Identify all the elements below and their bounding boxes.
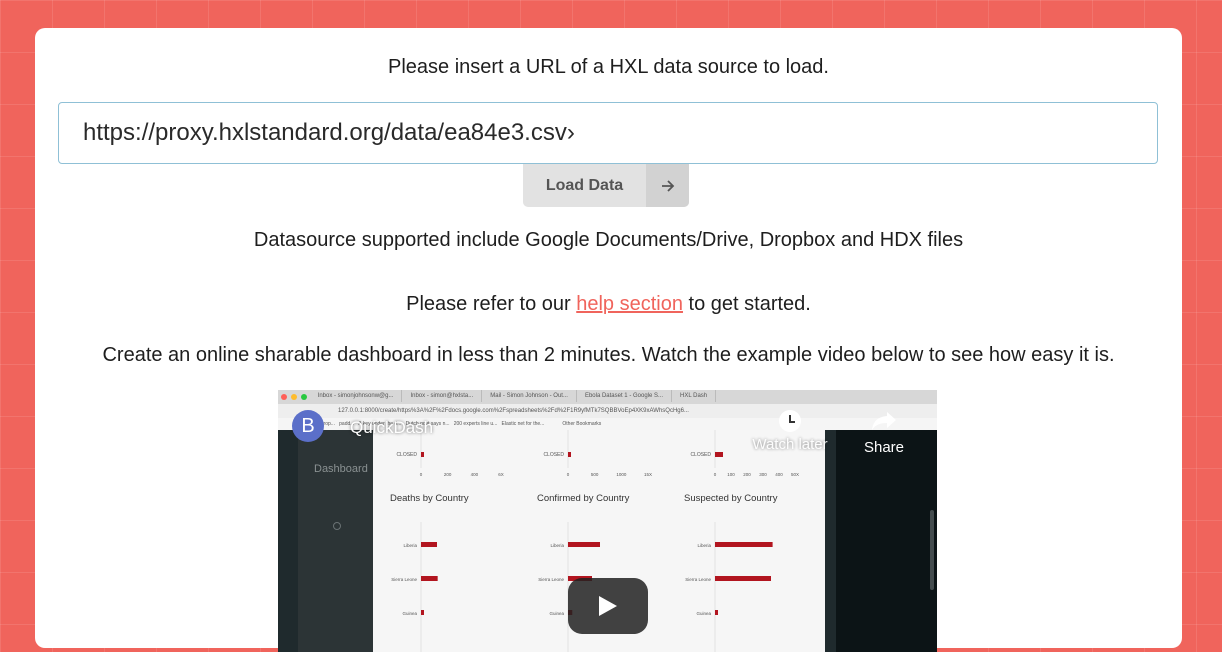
country-label: Liberia (403, 543, 417, 548)
browser-tab: Inbox - simon@hxlsta... (402, 390, 483, 402)
play-icon (599, 596, 617, 616)
datasource-text: Datasource supported include Google Docu… (253, 229, 964, 251)
help-section-link[interactable]: help section (576, 293, 683, 315)
bookmark: Elastic net for the... (501, 421, 545, 427)
promo-text: Create an online sharable dashboard in l… (102, 344, 1115, 366)
tick-label: 50X (791, 472, 799, 477)
bar (421, 610, 424, 615)
url-input[interactable] (58, 102, 1158, 164)
clock-icon (779, 410, 801, 432)
tick-label: 500 (591, 472, 599, 477)
load-data-button[interactable]: Load Data (523, 164, 689, 207)
maximize-dot (301, 394, 307, 400)
browser-tab: Mail - Simon Johnson - Out... (482, 390, 577, 402)
tick-label: 200 (743, 472, 751, 477)
minimize-dot (291, 394, 297, 400)
bar (715, 610, 718, 615)
chart-title: Suspected by Country (684, 493, 778, 504)
tick-label: 400 (775, 472, 783, 477)
browser-tab: HXL Dash (672, 390, 717, 402)
bar (715, 576, 771, 581)
country-label: Liberia (550, 543, 564, 548)
intro-text: Please insert a URL of a HXL data source… (388, 56, 829, 78)
bar (568, 542, 600, 547)
country-label: Guinea (549, 611, 564, 616)
tick-label: 6X (498, 472, 504, 477)
tick-label: 15X (644, 472, 652, 477)
country-label: Liberia (697, 543, 711, 548)
radio-icon (333, 522, 341, 530)
help-text: Please refer to our help section to get … (35, 293, 1182, 316)
tick-label: 200 (444, 472, 452, 477)
video-title[interactable]: QuickDash (350, 418, 433, 438)
share-label: Share (863, 439, 905, 456)
dashboard-right-panel (836, 430, 937, 652)
browser-tab-bar: Inbox - simonjohnsonw@g... Inbox - simon@… (278, 390, 937, 404)
load-data-label: Load Data (545, 176, 624, 194)
bar-category-label: CLOSED (690, 452, 711, 458)
help-text-after: to get started. (682, 293, 811, 315)
play-button[interactable] (568, 578, 648, 634)
bookmark: 200 experts line u... (453, 421, 498, 427)
tick-label: 0 (567, 472, 570, 477)
close-dot (281, 394, 287, 400)
browser-tab: Inbox - simonjohnsonw@g... (310, 390, 403, 402)
main-card: Please insert a URL of a HXL data source… (35, 28, 1182, 652)
share-button[interactable]: Share (854, 410, 914, 456)
tick-label: 100 (727, 472, 735, 477)
tick-label: 300 (759, 472, 767, 477)
watch-later-label: Watch later (752, 436, 828, 453)
dashboard-sidebar-label: Dashboard (314, 463, 368, 475)
video-player[interactable]: Inbox - simonjohnsonw@g... Inbox - simon@… (278, 390, 937, 652)
country-label: Sierra Leone (685, 577, 711, 582)
chart-title: Confirmed by Country (537, 493, 630, 504)
country-label: Guinea (402, 611, 417, 616)
bar (715, 452, 723, 457)
browser-tab: Ebola Dataset 1 - Google S... (577, 390, 672, 402)
chart-title: Deaths by Country (390, 493, 469, 504)
bar (421, 542, 437, 547)
share-icon (872, 412, 896, 430)
country-label: Sierra Leone (538, 577, 564, 582)
country-label: Guinea (696, 611, 711, 616)
bar (421, 576, 438, 581)
watch-later-button[interactable]: Watch later (746, 410, 834, 453)
bar (568, 452, 571, 457)
country-label: Sierra Leone (391, 577, 417, 582)
bar (715, 542, 773, 547)
scrollbar (930, 510, 934, 590)
bar-category-label: CLOSED (543, 452, 564, 458)
arrow-right-icon (646, 164, 689, 207)
tick-label: 400 (471, 472, 479, 477)
channel-avatar[interactable]: B (292, 410, 324, 442)
bar-category-label: CLOSED (396, 452, 417, 458)
bar (421, 452, 424, 457)
bookmark: Other Bookmarks (562, 421, 602, 427)
tick-label: 0 (420, 472, 423, 477)
tick-label: 1000 (616, 472, 627, 477)
help-text-before: Please refer to our (406, 293, 577, 315)
tick-label: 0 (714, 472, 717, 477)
browser-address-bar: 127.0.0.1:8000/create/https%3A%2F%2Fdocs… (278, 404, 937, 418)
